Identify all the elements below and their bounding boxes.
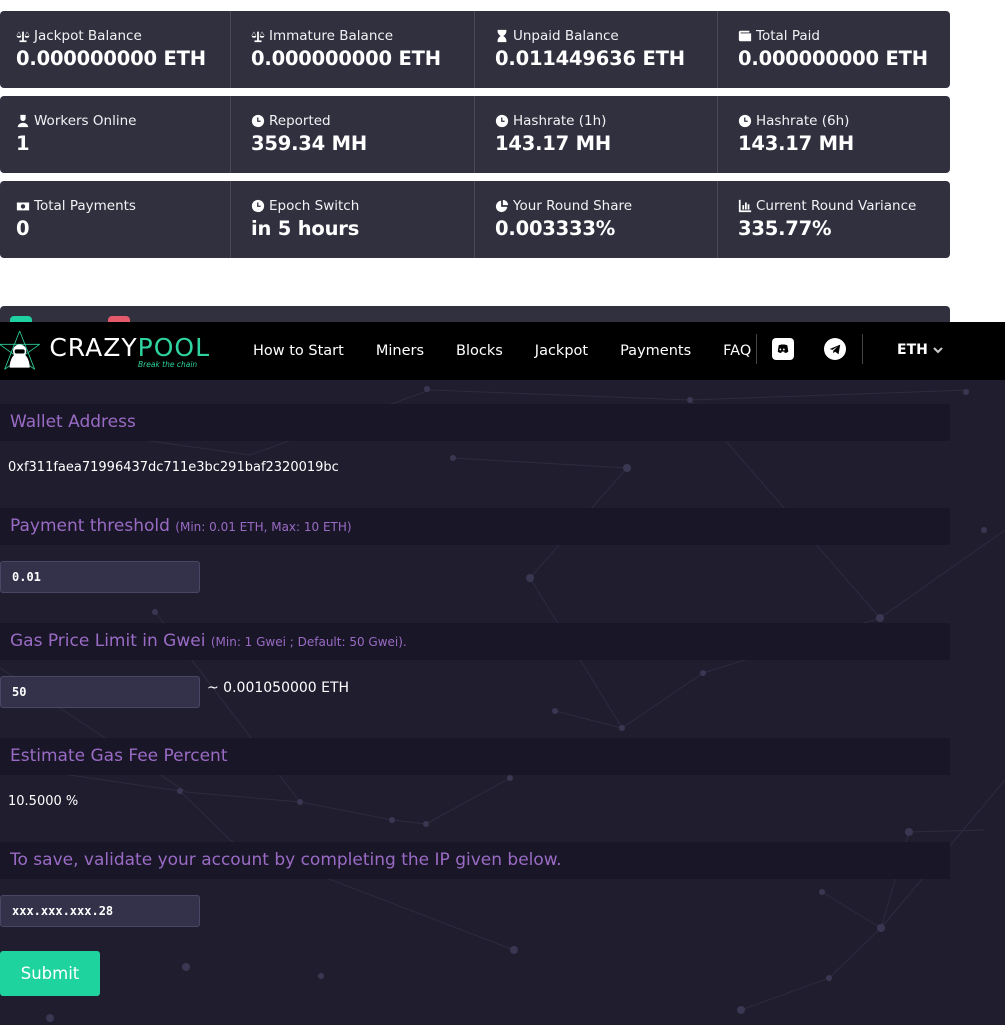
gas-price-title: Gas Price Limit in Gwei [10, 631, 206, 651]
nav-links: How to Start Miners Blocks Jackpot Payme… [253, 322, 783, 380]
stat-value: 0.000000000 ETH [16, 47, 206, 70]
stat-value: 0.000000000 ETH [738, 47, 928, 70]
stat-value: 335.77% [738, 217, 832, 240]
nav-link-miners[interactable]: Miners [376, 343, 424, 359]
stat-label: Your Round Share [513, 198, 633, 214]
clock-icon [495, 114, 509, 128]
hourglass-icon [497, 29, 507, 43]
nav-link-how-to-start[interactable]: How to Start [253, 343, 344, 359]
stat-total-payments: Total Payments 0 [0, 181, 231, 258]
wallet-address-value: 0xf311faea71996437dc711e3bc291baf2320019… [8, 460, 339, 475]
stat-label: Reported [269, 113, 331, 129]
payment-threshold-hint: (Min: 0.01 ETH, Max: 10 ETH) [175, 520, 352, 534]
pie-chart-icon [495, 199, 509, 213]
logo-text-pool: POOL [137, 332, 210, 362]
chevron-down-icon [933, 347, 943, 354]
stat-value: 359.34 MH [251, 132, 367, 155]
logo-text-crazy: CRAZY [49, 332, 138, 362]
clock-icon [251, 114, 265, 128]
stat-total-paid: Total Paid 0.000000000 ETH [718, 11, 950, 88]
stat-label: Hashrate (1h) [513, 113, 607, 129]
bar-chart-icon [738, 199, 752, 213]
stat-workers-online: Workers Online 1 [0, 96, 231, 173]
ip-validation-input[interactable] [0, 895, 200, 927]
stat-label: Jackpot Balance [34, 28, 142, 44]
stat-label: Epoch Switch [269, 198, 360, 214]
nav-link-blocks[interactable]: Blocks [456, 343, 503, 359]
money-icon [16, 202, 30, 211]
coin-selector[interactable]: ETH [897, 342, 943, 358]
stat-label: Workers Online [34, 113, 137, 129]
gas-price-input[interactable] [0, 676, 200, 708]
worker-icon [17, 114, 29, 128]
gas-price-heading: Gas Price Limit in Gwei (Min: 1 Gwei ; D… [0, 623, 950, 660]
stat-hashrate-6h: Hashrate (6h) 143.17 MH [718, 96, 950, 173]
clock-icon [251, 199, 265, 213]
payment-threshold-heading: Payment threshold (Min: 0.01 ETH, Max: 1… [0, 508, 950, 545]
stats-row-balances: Jackpot Balance 0.000000000 ETH Immature… [0, 11, 950, 88]
gas-estimate: ~ 0.001050000 ETH [207, 680, 350, 696]
logo-tagline: Break the chain [138, 360, 198, 369]
stat-label: Total Payments [34, 198, 136, 214]
gas-fee-percent-value: 10.5000 % [8, 794, 79, 809]
stat-label: Unpaid Balance [513, 28, 619, 44]
logo-hacker-icon [0, 330, 40, 370]
wallet-icon [738, 30, 752, 42]
nav-divider [862, 334, 863, 364]
telegram-icon[interactable] [824, 338, 846, 360]
payment-threshold-input[interactable] [0, 561, 200, 593]
stat-value: 143.17 MH [495, 132, 611, 155]
scale-icon [16, 29, 30, 43]
validate-ip-heading: To save, validate your account by comple… [0, 842, 950, 879]
wallet-address-title: Wallet Address [10, 412, 136, 432]
stat-label: Immature Balance [269, 28, 394, 44]
settings-panel: Wallet Address 0xf311faea71996437dc711e3… [0, 380, 1005, 1025]
stat-immature-balance: Immature Balance 0.000000000 ETH [231, 11, 475, 88]
stats-row-round: Total Payments 0 Epoch Switch in 5 hours… [0, 181, 950, 258]
stat-reported: Reported 359.34 MH [231, 96, 475, 173]
stat-label: Current Round Variance [756, 198, 917, 214]
stat-label: Total Paid [756, 28, 820, 44]
gas-fee-percent-heading: Estimate Gas Fee Percent [0, 738, 950, 775]
submit-button[interactable]: Submit [0, 951, 100, 996]
wallet-address-heading: Wallet Address [0, 404, 950, 441]
scale-icon [251, 29, 265, 43]
logo-text: CRAZYPOOL [49, 335, 210, 360]
nav-link-faq[interactable]: FAQ [723, 343, 751, 359]
payment-threshold-title: Payment threshold [10, 516, 170, 536]
clock-icon [738, 114, 752, 128]
stat-epoch-switch: Epoch Switch in 5 hours [231, 181, 475, 258]
stat-value: 1 [16, 132, 30, 155]
stat-label: Hashrate (6h) [756, 113, 850, 129]
stat-value: 143.17 MH [738, 132, 854, 155]
stat-value: in 5 hours [251, 217, 360, 240]
stat-jackpot-balance: Jackpot Balance 0.000000000 ETH [0, 11, 231, 88]
nav-link-payments[interactable]: Payments [620, 343, 691, 359]
stat-value: 0.000000000 ETH [251, 47, 441, 70]
coin-selector-label: ETH [897, 342, 928, 358]
logo[interactable]: CRAZYPOOL Break the chain [0, 322, 210, 380]
stat-value: 0 [16, 217, 30, 240]
gas-price-hint: (Min: 1 Gwei ; Default: 50 Gwei). [210, 635, 407, 649]
stat-round-share: Your Round Share 0.003333% [475, 181, 718, 258]
stats-row-hashrate: Workers Online 1 Reported 359.34 MH Hash… [0, 96, 950, 173]
top-navbar: CRAZYPOOL Break the chain How to Start M… [0, 322, 1005, 380]
nav-divider [756, 334, 757, 364]
stat-unpaid-balance: Unpaid Balance 0.011449636 ETH [475, 11, 718, 88]
stat-hashrate-1h: Hashrate (1h) 143.17 MH [475, 96, 718, 173]
validate-ip-title: To save, validate your account by comple… [10, 850, 562, 870]
discord-icon[interactable] [772, 338, 794, 360]
gas-fee-percent-title: Estimate Gas Fee Percent [10, 746, 228, 766]
stat-round-variance: Current Round Variance 335.77% [718, 181, 950, 258]
stat-value: 0.011449636 ETH [495, 47, 685, 70]
stat-value: 0.003333% [495, 217, 616, 240]
nav-link-jackpot[interactable]: Jackpot [535, 343, 588, 359]
